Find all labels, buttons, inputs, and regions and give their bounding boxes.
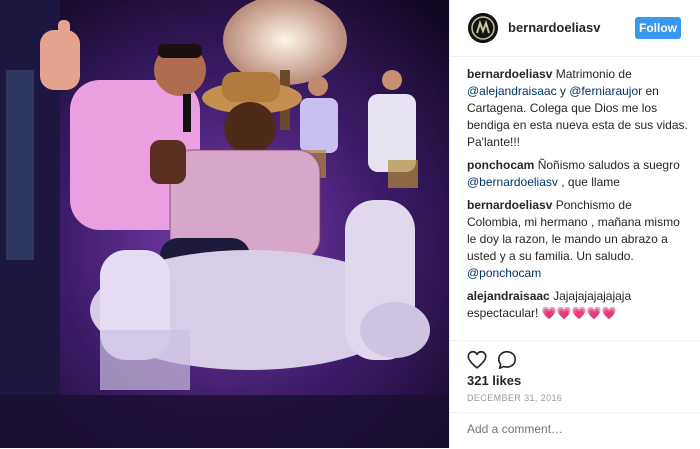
comment-item: bernardoeliasv Ponchismo de Colombia, mi… [467, 197, 689, 282]
post-username[interactable]: bernardoeliasv [508, 20, 601, 35]
mention-link[interactable]: @ponchocam [467, 266, 541, 280]
heart-emoji: 💗💗💗💗💗 [541, 306, 617, 320]
add-comment-input[interactable] [467, 422, 677, 436]
post-side-panel: bernardoeliasv Follow bernardoeliasv Mat… [450, 0, 700, 448]
comment-username[interactable]: bernardoeliasv [467, 198, 552, 212]
likes-count[interactable]: 321 likes [467, 373, 521, 388]
profile-logo-icon [468, 13, 498, 43]
comment-text: Ñoñismo saludos a suegro [537, 158, 680, 172]
comment-username[interactable]: bernardoeliasv [467, 67, 552, 81]
mention-link[interactable]: @bernardoeliasv [467, 175, 558, 189]
comment-list: bernardoeliasv Matrimonio de @alejandrai… [467, 66, 689, 328]
heart-outline-icon[interactable] [466, 349, 488, 371]
instagram-post: bernardoeliasv Follow bernardoeliasv Mat… [0, 0, 700, 448]
comment-username[interactable]: ponchocam [467, 158, 534, 172]
mention-link[interactable]: @alejandraisaac [467, 84, 557, 98]
wedding-party-photo [0, 0, 449, 448]
comment-username[interactable]: alejandraisaac [467, 289, 550, 303]
comment-item: ponchocam Ñoñismo saludos a suegro @bern… [467, 157, 689, 191]
add-comment-bar [450, 412, 700, 449]
comment-item: alejandraisaac Jajajajajajajaja espectac… [467, 288, 689, 322]
speech-bubble-icon[interactable] [496, 349, 518, 371]
comment-text: , que llame [557, 175, 620, 189]
comment-text: Matrimonio de [555, 67, 632, 81]
post-photo[interactable] [0, 0, 449, 448]
post-date[interactable]: DECEMBER 31, 2016 [467, 393, 562, 403]
avatar[interactable] [468, 13, 498, 43]
follow-button[interactable]: Follow [635, 17, 681, 39]
comment-text: y [556, 84, 570, 98]
comment-item: bernardoeliasv Matrimonio de @alejandrai… [467, 66, 689, 151]
post-header: bernardoeliasv Follow [450, 0, 700, 57]
mention-link[interactable]: @ferniaraujor [569, 84, 642, 98]
